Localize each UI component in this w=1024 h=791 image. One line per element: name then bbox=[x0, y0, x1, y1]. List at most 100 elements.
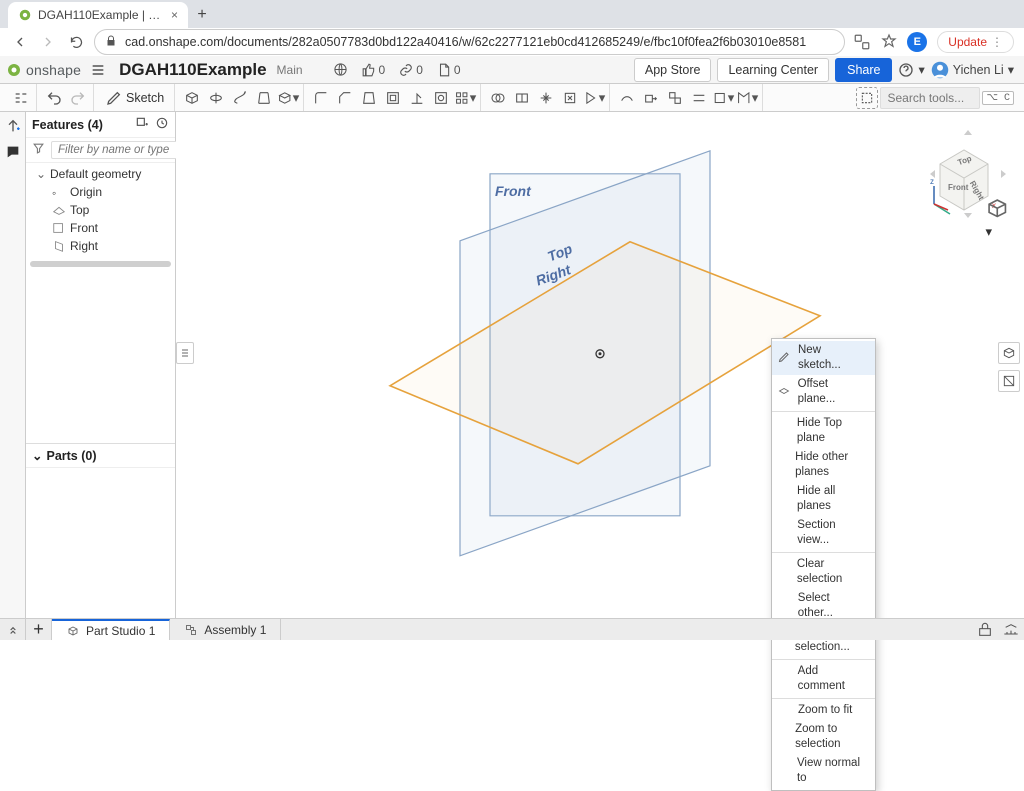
ctx-view-normal-to[interactable]: View normal to bbox=[772, 754, 875, 788]
ctx-hide-top-plane[interactable]: Hide Top plane bbox=[772, 414, 875, 448]
doc-title[interactable]: DGAH110Example bbox=[119, 60, 266, 80]
browser-tab[interactable]: DGAH110Example | Part Studi… × bbox=[8, 2, 188, 28]
draft-icon[interactable] bbox=[358, 87, 380, 109]
links[interactable]: 0 bbox=[399, 63, 423, 77]
sheet-icon[interactable]: ▾ bbox=[712, 87, 734, 109]
new-tab-button[interactable]: + bbox=[188, 2, 216, 28]
browser-tab-title: DGAH110Example | Part Studi… bbox=[38, 8, 165, 22]
replace-face-icon[interactable] bbox=[664, 87, 686, 109]
app-header: onshape DGAH110Example Main 0 0 0 App St… bbox=[0, 56, 1024, 84]
sweep-icon[interactable] bbox=[229, 87, 251, 109]
scrollbar[interactable] bbox=[30, 261, 171, 267]
offset-surface-icon[interactable] bbox=[688, 87, 710, 109]
loft-icon[interactable] bbox=[253, 87, 275, 109]
ctx-add-comment[interactable]: Add comment bbox=[772, 662, 875, 696]
front-plane-label: Front bbox=[495, 183, 532, 199]
share-button[interactable]: Share bbox=[835, 58, 892, 82]
back-button[interactable] bbox=[10, 32, 30, 52]
add-feature-icon[interactable] bbox=[135, 116, 149, 133]
boolean-icon[interactable] bbox=[487, 87, 509, 109]
transform-icon[interactable] bbox=[535, 87, 557, 109]
tree-config-icon[interactable] bbox=[10, 87, 32, 109]
close-icon[interactable]: × bbox=[171, 8, 178, 22]
extrude-icon[interactable] bbox=[181, 87, 203, 109]
canvas[interactable]: Front Right Top New sketch...Offset plan… bbox=[176, 112, 1024, 618]
move-face-icon[interactable] bbox=[640, 87, 662, 109]
help-button[interactable]: ▾ bbox=[898, 62, 924, 78]
feature-tree: ⌄Default geometry ◦Origin Top Front Righ… bbox=[26, 163, 175, 259]
modify-icon[interactable]: ▾ bbox=[583, 87, 605, 109]
public-icon[interactable] bbox=[333, 62, 348, 77]
revolve-icon[interactable] bbox=[205, 87, 227, 109]
measure-icon[interactable] bbox=[998, 619, 1024, 640]
top-plane[interactable] bbox=[390, 242, 820, 464]
iso-view-icon[interactable] bbox=[998, 342, 1020, 364]
update-button[interactable]: Update⋮ bbox=[937, 31, 1014, 53]
appstore-button[interactable]: App Store bbox=[634, 58, 712, 82]
tree-item-right[interactable]: Right bbox=[30, 237, 175, 255]
brand[interactable]: onshape bbox=[6, 62, 81, 78]
svg-text:Front: Front bbox=[948, 183, 969, 192]
ctx-zoom-to-selection[interactable]: Zoom to selection bbox=[772, 720, 875, 754]
sketch-button[interactable]: Sketch bbox=[100, 87, 170, 109]
tree-item-origin[interactable]: ◦Origin bbox=[30, 183, 175, 201]
insert-feature-icon[interactable] bbox=[3, 116, 23, 136]
features-header: Features (4) bbox=[26, 112, 175, 138]
ctx-zoom-to-fit[interactable]: Zoom to fit bbox=[772, 701, 875, 720]
user-menu[interactable]: Yichen Li▾ bbox=[931, 61, 1014, 79]
parts-header[interactable]: ⌄Parts (0) bbox=[26, 443, 175, 468]
thicken-icon[interactable]: ▾ bbox=[277, 87, 299, 109]
reload-button[interactable] bbox=[66, 32, 86, 52]
panel-toggle[interactable] bbox=[176, 342, 194, 364]
view-cube[interactable]: Front Right Top z bbox=[926, 126, 1010, 222]
hole-icon[interactable] bbox=[430, 87, 452, 109]
view-cube-menu[interactable]: ▾ bbox=[985, 196, 1010, 240]
filter-icon[interactable] bbox=[32, 142, 45, 158]
address-bar[interactable]: cad.onshape.com/documents/282a0507783d0b… bbox=[94, 29, 845, 55]
learning-button[interactable]: Learning Center bbox=[717, 58, 829, 82]
translate-icon[interactable] bbox=[853, 33, 871, 51]
ctx-hide-other-planes[interactable]: Hide other planes bbox=[772, 448, 875, 482]
doc-subtitle[interactable]: Main bbox=[277, 63, 303, 77]
mass-props-icon[interactable] bbox=[972, 619, 998, 640]
frame-icon[interactable]: ▾ bbox=[736, 87, 758, 109]
ctx-new-sketch-[interactable]: New sketch... bbox=[772, 341, 875, 375]
tree-item-top[interactable]: Top bbox=[30, 201, 175, 219]
left-rail bbox=[0, 112, 26, 618]
doc-tab-assembly-1[interactable]: Assembly 1 bbox=[170, 619, 281, 640]
bookmark-icon[interactable] bbox=[881, 33, 897, 52]
footer-expand-icon[interactable] bbox=[0, 619, 26, 640]
favicon-icon bbox=[18, 8, 32, 22]
doc-tab-part-studio-1[interactable]: Part Studio 1 bbox=[52, 619, 170, 640]
profile-button[interactable]: E bbox=[907, 32, 927, 52]
ctx-section-view-[interactable]: Section view... bbox=[772, 516, 875, 550]
pattern-icon[interactable]: ▾ bbox=[454, 87, 476, 109]
history-icon[interactable] bbox=[155, 116, 169, 133]
split-icon[interactable] bbox=[511, 87, 533, 109]
addr-actions: E Update⋮ bbox=[853, 31, 1014, 53]
comments-icon[interactable] bbox=[3, 142, 23, 162]
rib-icon[interactable] bbox=[406, 87, 428, 109]
select-icon[interactable] bbox=[856, 87, 878, 109]
ctx-hide-all-planes[interactable]: Hide all planes bbox=[772, 482, 875, 516]
ctx-clear-selection[interactable]: Clear selection bbox=[772, 555, 875, 589]
menu-button[interactable] bbox=[87, 59, 109, 81]
chamfer-icon[interactable] bbox=[334, 87, 356, 109]
likes[interactable]: 0 bbox=[362, 63, 386, 77]
docs-count[interactable]: 0 bbox=[437, 63, 461, 77]
fillet-icon[interactable] bbox=[310, 87, 332, 109]
toolbar: Sketch ▾ ▾ ▾ ▾ ▾ Search tools... bbox=[0, 84, 1024, 112]
redo-button[interactable] bbox=[67, 87, 89, 109]
right-overlay bbox=[998, 342, 1020, 392]
add-tab-button[interactable]: + bbox=[26, 619, 52, 640]
surface-icon[interactable] bbox=[616, 87, 638, 109]
forward-button[interactable] bbox=[38, 32, 58, 52]
undo-button[interactable] bbox=[43, 87, 65, 109]
shell-icon[interactable] bbox=[382, 87, 404, 109]
ctx-offset-plane-[interactable]: Offset plane... bbox=[772, 375, 875, 409]
tree-group[interactable]: ⌄Default geometry bbox=[30, 165, 175, 183]
section-view-icon[interactable] bbox=[998, 370, 1020, 392]
search-tools[interactable]: Search tools... bbox=[880, 87, 980, 109]
tree-item-front[interactable]: Front bbox=[30, 219, 175, 237]
delete-face-icon[interactable] bbox=[559, 87, 581, 109]
